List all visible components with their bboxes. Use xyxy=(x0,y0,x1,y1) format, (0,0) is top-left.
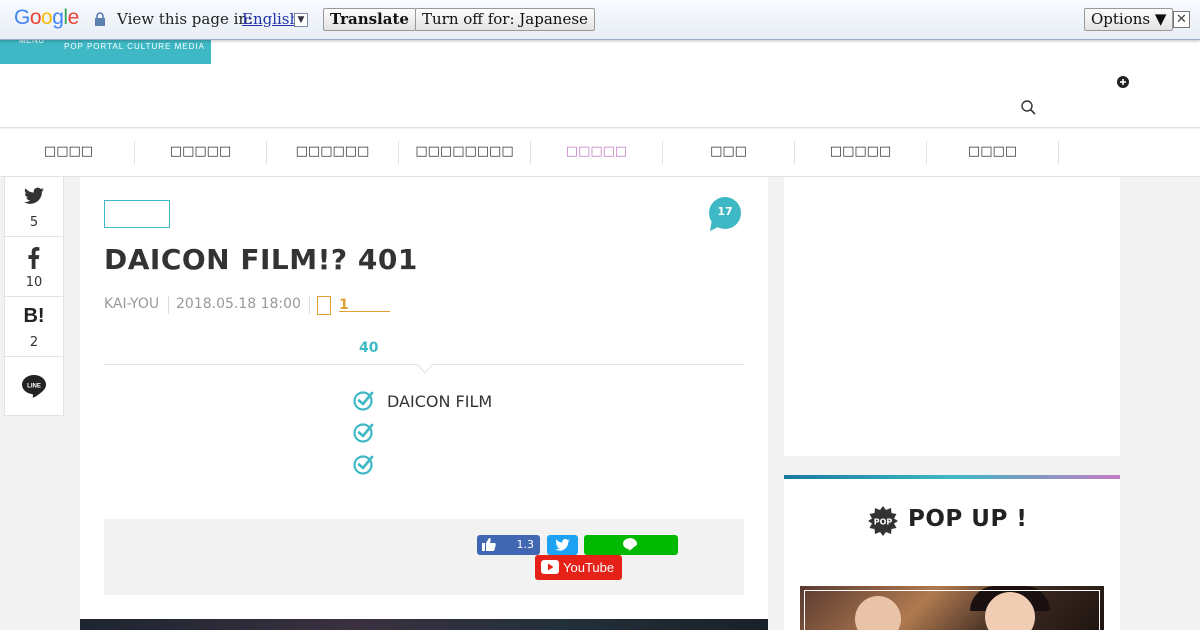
comment-count[interactable]: 17 xyxy=(706,205,744,218)
nav-item[interactable]: □□□ xyxy=(663,141,795,165)
translate-button[interactable]: Translate xyxy=(323,8,416,31)
article-date: 2018.05.18 18:00 xyxy=(176,296,301,312)
nav-item[interactable]: □□□□□□□□ xyxy=(399,141,531,165)
summary-point-text: DAICON FILM xyxy=(387,392,493,411)
article-title: DAICON FILM!? 401 xyxy=(104,243,418,276)
summary-point xyxy=(353,453,753,477)
popup-widget: POP POP UP ! xyxy=(784,475,1120,630)
google-logo: Google xyxy=(14,6,79,29)
facebook-icon xyxy=(28,247,40,269)
category-tag[interactable] xyxy=(104,200,170,228)
search-icon[interactable] xyxy=(1021,100,1036,115)
popup-feature-image[interactable] xyxy=(800,586,1104,630)
popup-accent-bar xyxy=(784,475,1120,479)
twitter-icon xyxy=(555,539,570,551)
nav-item[interactable]: □□□□□ xyxy=(795,141,927,165)
language-link[interactable]: English xyxy=(242,10,299,28)
youtube-icon xyxy=(541,560,559,574)
line-share-button[interactable]: LINE xyxy=(5,357,63,415)
line-icon: LINE xyxy=(22,375,46,398)
social-buttons-box: 1.3 YouTube xyxy=(104,519,744,595)
check-circle-icon xyxy=(353,391,374,411)
meta-divider xyxy=(309,296,310,314)
summary-pointer xyxy=(417,364,433,374)
meta-divider xyxy=(168,296,169,314)
clip-underline xyxy=(339,311,390,312)
facebook-like-count: 1.3 xyxy=(516,538,535,551)
lock-icon xyxy=(95,12,105,26)
facebook-like-button[interactable]: 1.3 xyxy=(477,535,540,555)
svg-text:POP: POP xyxy=(874,518,893,527)
facebook-count: 10 xyxy=(25,275,43,290)
check-circle-icon xyxy=(353,423,374,443)
twitter-icon xyxy=(24,187,44,204)
summary-point xyxy=(353,421,753,445)
image-frame xyxy=(804,590,1100,630)
youtube-label: YouTube xyxy=(563,560,615,575)
twitter-count: 5 xyxy=(29,215,39,230)
line-send-button[interactable] xyxy=(584,535,678,555)
article-card: 17 DAICON FILM!? 401 KAI-YOU 2018.05.18 … xyxy=(80,177,768,630)
hatena-share-button[interactable]: B! 2 xyxy=(5,297,63,357)
close-icon[interactable]: ✕ xyxy=(1173,11,1190,28)
summary-count: 40 xyxy=(359,340,379,356)
article-author[interactable]: KAI-YOU xyxy=(104,296,159,312)
main-nav: □□□□ □□□□□ □□□□□□ □□□□□□□□ □□□□□ □□□ □□□… xyxy=(0,129,1200,177)
pop-badge-icon: POP xyxy=(868,506,898,536)
language-dropdown-icon[interactable]: ▼ xyxy=(294,13,308,27)
options-button[interactable]: Options ▼ xyxy=(1084,8,1174,31)
nav-item[interactable]: □□□□□□ xyxy=(267,141,399,165)
twitter-share-button[interactable]: 5 xyxy=(5,177,63,237)
nav-item-active[interactable]: □□□□□ xyxy=(531,141,663,165)
youtube-subscribe-button[interactable]: YouTube xyxy=(535,555,622,580)
turn-off-button[interactable]: Turn off for: Japanese xyxy=(415,8,595,31)
popup-title: POP UP ! xyxy=(908,506,1028,532)
svg-text:LINE: LINE xyxy=(27,384,41,390)
nav-item[interactable]: □□□□ xyxy=(927,141,1059,165)
header-logo-block[interactable]: MENU POP PORTAL CULTURE MEDIA xyxy=(0,36,211,64)
ad-slot xyxy=(784,177,1120,456)
view-page-label: View this page in: xyxy=(117,10,254,28)
site-tagline: POP PORTAL CULTURE MEDIA xyxy=(64,42,205,51)
nav-item[interactable]: □□□□□ xyxy=(135,141,267,165)
hero-image xyxy=(80,619,768,630)
hatena-icon: B! xyxy=(23,305,45,327)
thumbs-up-icon xyxy=(482,538,496,551)
translate-bar: Google View this page in: English ▼ Tran… xyxy=(0,0,1200,40)
line-icon xyxy=(623,538,637,551)
share-sidebar: 5 10 B! 2 LINE xyxy=(4,177,64,416)
facebook-share-button[interactable]: 10 xyxy=(5,237,63,297)
hatena-count: 2 xyxy=(29,335,39,350)
nav-item[interactable]: □□□□ xyxy=(3,141,135,165)
check-circle-icon xyxy=(353,455,374,475)
site-header: MENU POP PORTAL CULTURE MEDIA xyxy=(0,36,1200,128)
plus-circle-icon[interactable] xyxy=(1117,76,1129,88)
tweet-button[interactable] xyxy=(547,535,578,555)
clip-icon[interactable] xyxy=(317,296,331,315)
summary-point: DAICON FILM xyxy=(353,389,753,413)
